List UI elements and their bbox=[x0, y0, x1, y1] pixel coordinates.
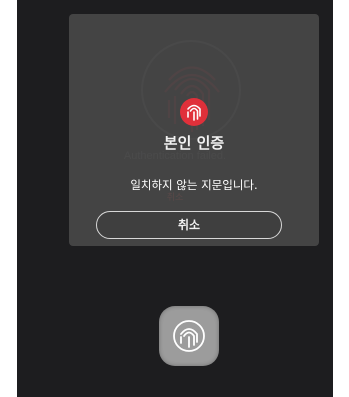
dialog-message: 일치하지 않는 지문입니다. bbox=[130, 178, 258, 192]
fingerprint-icon bbox=[180, 98, 208, 126]
fingerprint-sensor-button[interactable] bbox=[159, 306, 219, 366]
cancel-button[interactable]: 취소 bbox=[96, 211, 282, 239]
fingerprint-sensor-icon bbox=[173, 320, 205, 352]
lock-screen: Authentication failed. 취소 본인 인증 일치하지 않는 … bbox=[17, 0, 333, 397]
dialog-title: 본인 인증 bbox=[163, 134, 225, 152]
verification-dialog: 본인 인증 일치하지 않는 지문입니다. 취소 bbox=[69, 14, 319, 246]
